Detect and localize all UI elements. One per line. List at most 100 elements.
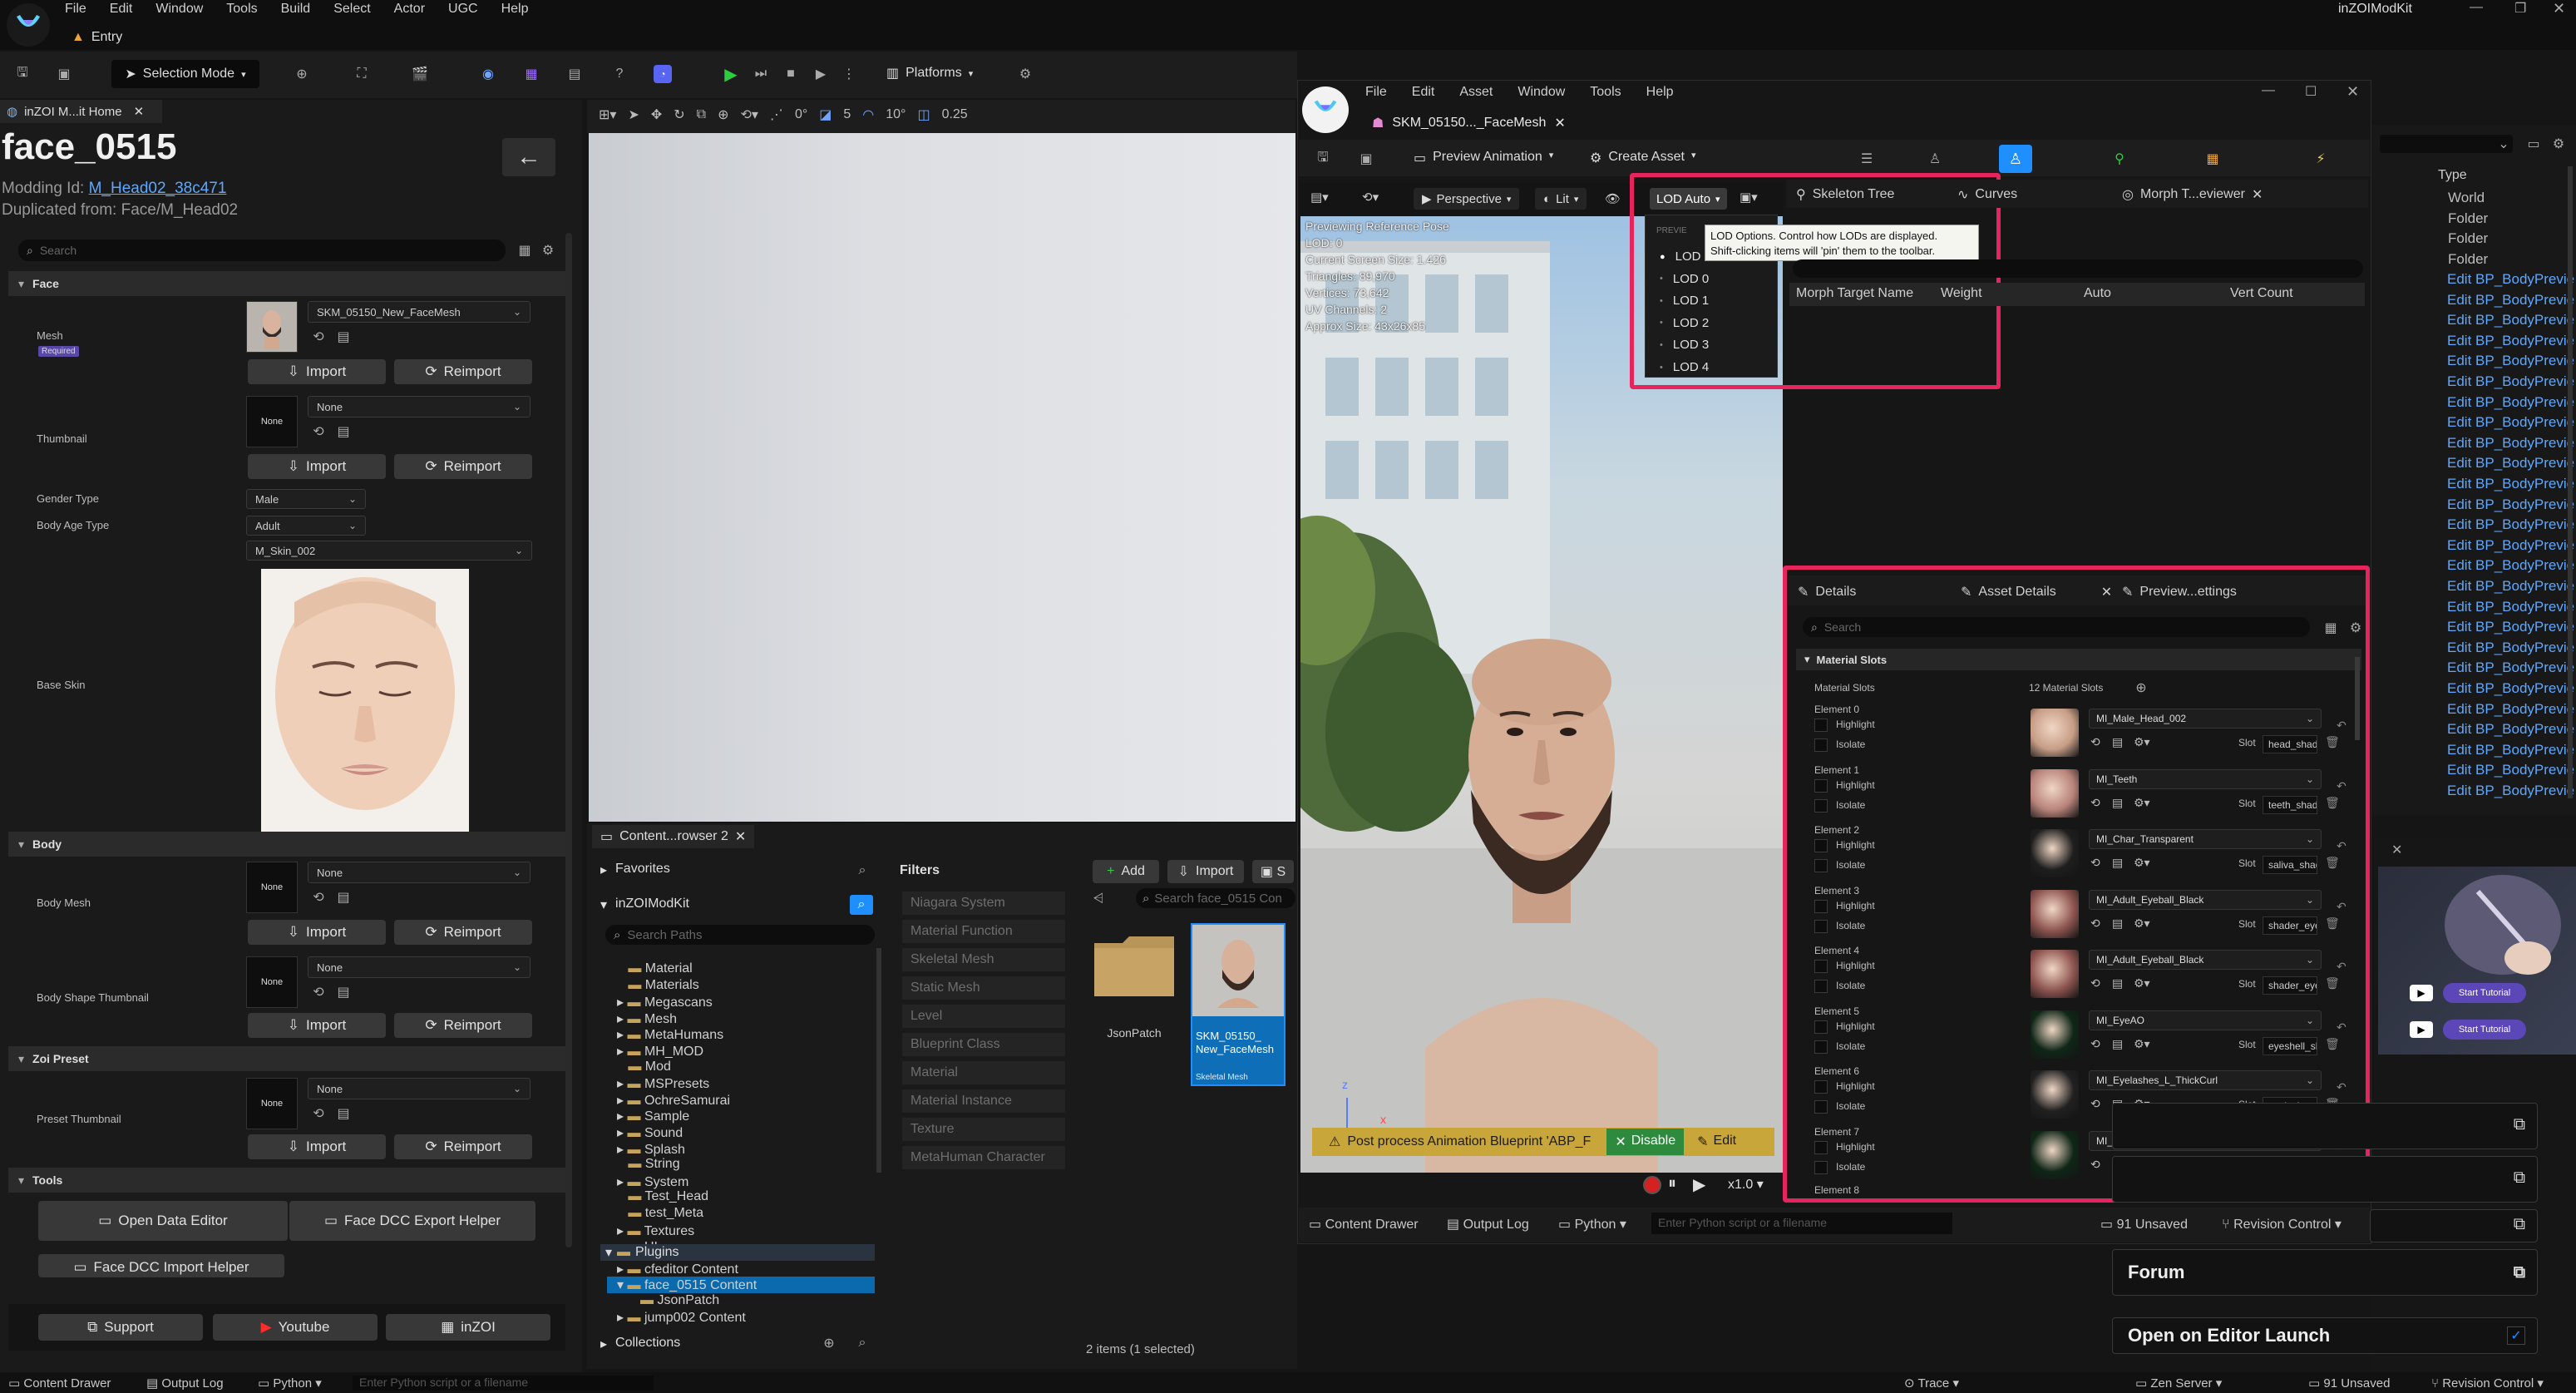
lod-option[interactable]: • LOD 2 xyxy=(1660,316,1709,330)
checkbox-isolate[interactable] xyxy=(1814,980,1828,993)
open-on-launch-checkbox[interactable]: ✓ xyxy=(2507,1326,2525,1345)
lod-option[interactable]: • LOD 3 xyxy=(1660,338,1709,352)
lod-auto-button[interactable]: LOD Auto ▾ xyxy=(1650,188,1727,210)
lod-option[interactable]: • LOD 0 xyxy=(1660,272,1709,286)
video-icon[interactable]: ▶ xyxy=(2410,985,2433,1001)
details-search[interactable]: ⌕ Search xyxy=(1803,617,2310,637)
folder-item[interactable]: ▬ Materials xyxy=(617,978,698,993)
browse-folder-icon[interactable]: ▤ xyxy=(2112,856,2123,870)
revert-icon[interactable]: ↶ xyxy=(2337,839,2347,853)
edit-blueprint-link[interactable]: Edit BP_BodyPrevie xyxy=(2447,619,2574,635)
gear-icon[interactable]: ⚙ xyxy=(2549,135,2568,153)
folder-item[interactable]: ▸ ▬ Textures xyxy=(617,1223,694,1239)
add-slot-icon[interactable]: ⊕ xyxy=(2132,679,2150,697)
rotation-snap-icon[interactable]: ◪ xyxy=(819,106,832,123)
editor-maximize-icon[interactable]: ☐ xyxy=(2305,83,2317,100)
start-tutorial-button[interactable]: Start Tutorial xyxy=(2443,983,2526,1003)
move-icon[interactable]: ✥ xyxy=(651,106,662,123)
platforms-button[interactable]: ▥ Platforms ▾ xyxy=(886,65,973,82)
details-search[interactable]: ⌕ Search xyxy=(18,240,506,261)
plugins-row[interactable]: ▾ ▬ Plugins xyxy=(600,1244,875,1261)
reset-icon[interactable]: ⟲ xyxy=(309,328,328,346)
link-card[interactable]: ⧉ xyxy=(2370,1209,2538,1242)
favorites-header[interactable]: ▸ Favorites xyxy=(600,862,670,878)
reset-icon[interactable]: ⟲ xyxy=(2090,1037,2100,1051)
home-tab[interactable]: ◍ inZOI M...it Home ✕ xyxy=(0,100,162,123)
blueprint-icon[interactable]: ⛶ xyxy=(353,65,371,83)
maximize-icon[interactable]: ❐ xyxy=(2514,0,2526,17)
scale-snap-icon[interactable]: ◫ xyxy=(917,106,930,123)
editor-close-icon[interactable]: ✕ xyxy=(2347,83,2359,101)
checkbox-highlight[interactable] xyxy=(1814,778,1828,793)
checkbox-isolate[interactable] xyxy=(1814,859,1828,872)
reset-icon[interactable]: ⟲ xyxy=(309,422,328,441)
tab-details[interactable]: ✎ Details xyxy=(1798,584,1856,600)
edit-blueprint-link[interactable]: Edit BP_BodyPrevie xyxy=(2447,373,2574,390)
youtube-button[interactable]: ▶ Youtube xyxy=(213,1314,378,1341)
search-toggle-icon[interactable]: ⌕ xyxy=(850,895,873,915)
delete-icon[interactable]: 🗑 xyxy=(2325,735,2340,749)
left-scrollbar[interactable] xyxy=(565,233,572,1247)
surface-snap-icon[interactable]: ⟲▾ xyxy=(741,106,758,123)
level-viewport[interactable] xyxy=(589,133,1295,822)
save-icon[interactable]: ▭ xyxy=(2524,135,2543,153)
section-zoi-preset[interactable]: Zoi Preset xyxy=(8,1046,565,1071)
checkbox-highlight[interactable] xyxy=(1814,960,1828,973)
main-menu-item[interactable]: Select xyxy=(333,2,370,17)
body-mesh-reimport-button[interactable]: ⟳ Reimport xyxy=(394,920,532,945)
camera-icon[interactable]: ⟲▾ xyxy=(1362,190,1379,205)
editor-menu-item[interactable]: Asset xyxy=(1459,85,1493,100)
open-data-editor-button[interactable]: ▭ Open Data Editor xyxy=(38,1201,288,1241)
edit-blueprint-link[interactable]: Edit BP_BodyPrevie xyxy=(2447,496,2574,513)
status-output-log[interactable]: ▤ Output Log xyxy=(146,1376,224,1391)
actions-icon[interactable]: ⚙▾ xyxy=(2134,856,2150,870)
record-icon[interactable] xyxy=(1643,1176,1661,1194)
link-card[interactable]: ⧉ xyxy=(2112,1103,2538,1149)
filter-item[interactable]: Material Function xyxy=(902,920,1065,943)
lod-option[interactable]: • LOD 4 xyxy=(1660,360,1709,374)
tab-morph-target[interactable]: ◎ Morph T...eviewer ✕ xyxy=(2122,186,2263,203)
editor-minimize-icon[interactable]: — xyxy=(2262,83,2275,98)
layout-menu-icon[interactable]: ☰ xyxy=(1858,150,1876,168)
rotate-icon[interactable]: ↻ xyxy=(674,106,684,123)
thumbnail-import-button[interactable]: ⇩ Import xyxy=(248,454,386,479)
globe-icon[interactable]: ◉ xyxy=(479,65,497,83)
minimize-icon[interactable]: — xyxy=(2470,0,2483,15)
start-tutorial-button[interactable]: Start Tutorial xyxy=(2443,1020,2526,1040)
main-menu-item[interactable]: Edit xyxy=(110,2,133,17)
plugin-face-0515[interactable]: ▾ ▬ face_0515 Content xyxy=(607,1277,875,1293)
edit-blueprint-link[interactable]: Edit BP_BodyPrevie xyxy=(2447,476,2574,492)
animation-mode-icon[interactable]: ⚲ xyxy=(2110,150,2129,168)
folder-item[interactable]: ▸ ▬ MetaHumans xyxy=(617,1026,723,1043)
reset-icon[interactable]: ⟲ xyxy=(2090,976,2100,990)
main-menu-item[interactable]: Tools xyxy=(226,2,257,17)
python-input[interactable]: Enter Python script or a filename xyxy=(1651,1213,1952,1234)
folder-item[interactable]: ▬ Material xyxy=(617,961,692,976)
edit-blueprint-link[interactable]: Edit BP_BodyPrevie xyxy=(2447,783,2574,799)
output-log-button[interactable]: ▤ Output Log xyxy=(1447,1216,1529,1232)
editor-menu-item[interactable]: Help xyxy=(1646,85,1674,100)
edit-blueprint-link[interactable]: Edit BP_BodyPrevie xyxy=(2447,742,2574,758)
slot-name-field[interactable]: head_shader xyxy=(2263,735,2317,753)
link-card[interactable]: ⧉ xyxy=(2112,1156,2538,1203)
folder-item[interactable]: ▸ ▬ OchreSamurai xyxy=(617,1092,730,1109)
edit-blueprint-link[interactable]: Edit BP_BodyPrevie xyxy=(2447,435,2574,452)
cinematics-icon[interactable]: 🎬 xyxy=(411,65,429,83)
close-tab-icon[interactable]: ✕ xyxy=(2252,186,2263,203)
material-select[interactable]: MI_EyeAO ⌄ xyxy=(2089,1010,2322,1030)
content-browser-tab[interactable]: ▭ Content...rowser 2 ✕ xyxy=(592,825,755,848)
skeleton-mode-icon[interactable]: ♙ xyxy=(1926,150,1944,168)
browse-icon[interactable]: ▣ xyxy=(55,65,73,83)
more-icon[interactable]: ⋮ xyxy=(840,65,858,83)
material-select[interactable]: MI_Adult_Eyeball_Black ⌄ xyxy=(2089,889,2322,910)
close-tab-icon[interactable]: ✕ xyxy=(2101,584,2112,600)
gear-icon[interactable]: ⚙ xyxy=(2347,619,2365,637)
main-menu-item[interactable]: Build xyxy=(281,2,311,17)
body-shape-reimport-button[interactable]: ⟳ Reimport xyxy=(394,1013,532,1038)
grid-snap-icon[interactable]: ⋰ xyxy=(770,106,783,123)
chevron-down-icon[interactable]: ⌄ xyxy=(2495,135,2513,153)
edit-blueprint-link[interactable]: Edit BP_BodyPrevie xyxy=(2447,578,2574,595)
edit-blueprint-link[interactable]: Edit BP_BodyPrevie xyxy=(2447,394,2574,411)
create-asset-button[interactable]: ⚙ Create Asset ▾ xyxy=(1590,150,1695,166)
material-select[interactable]: MI_Male_Head_002 ⌄ xyxy=(2089,709,2322,729)
